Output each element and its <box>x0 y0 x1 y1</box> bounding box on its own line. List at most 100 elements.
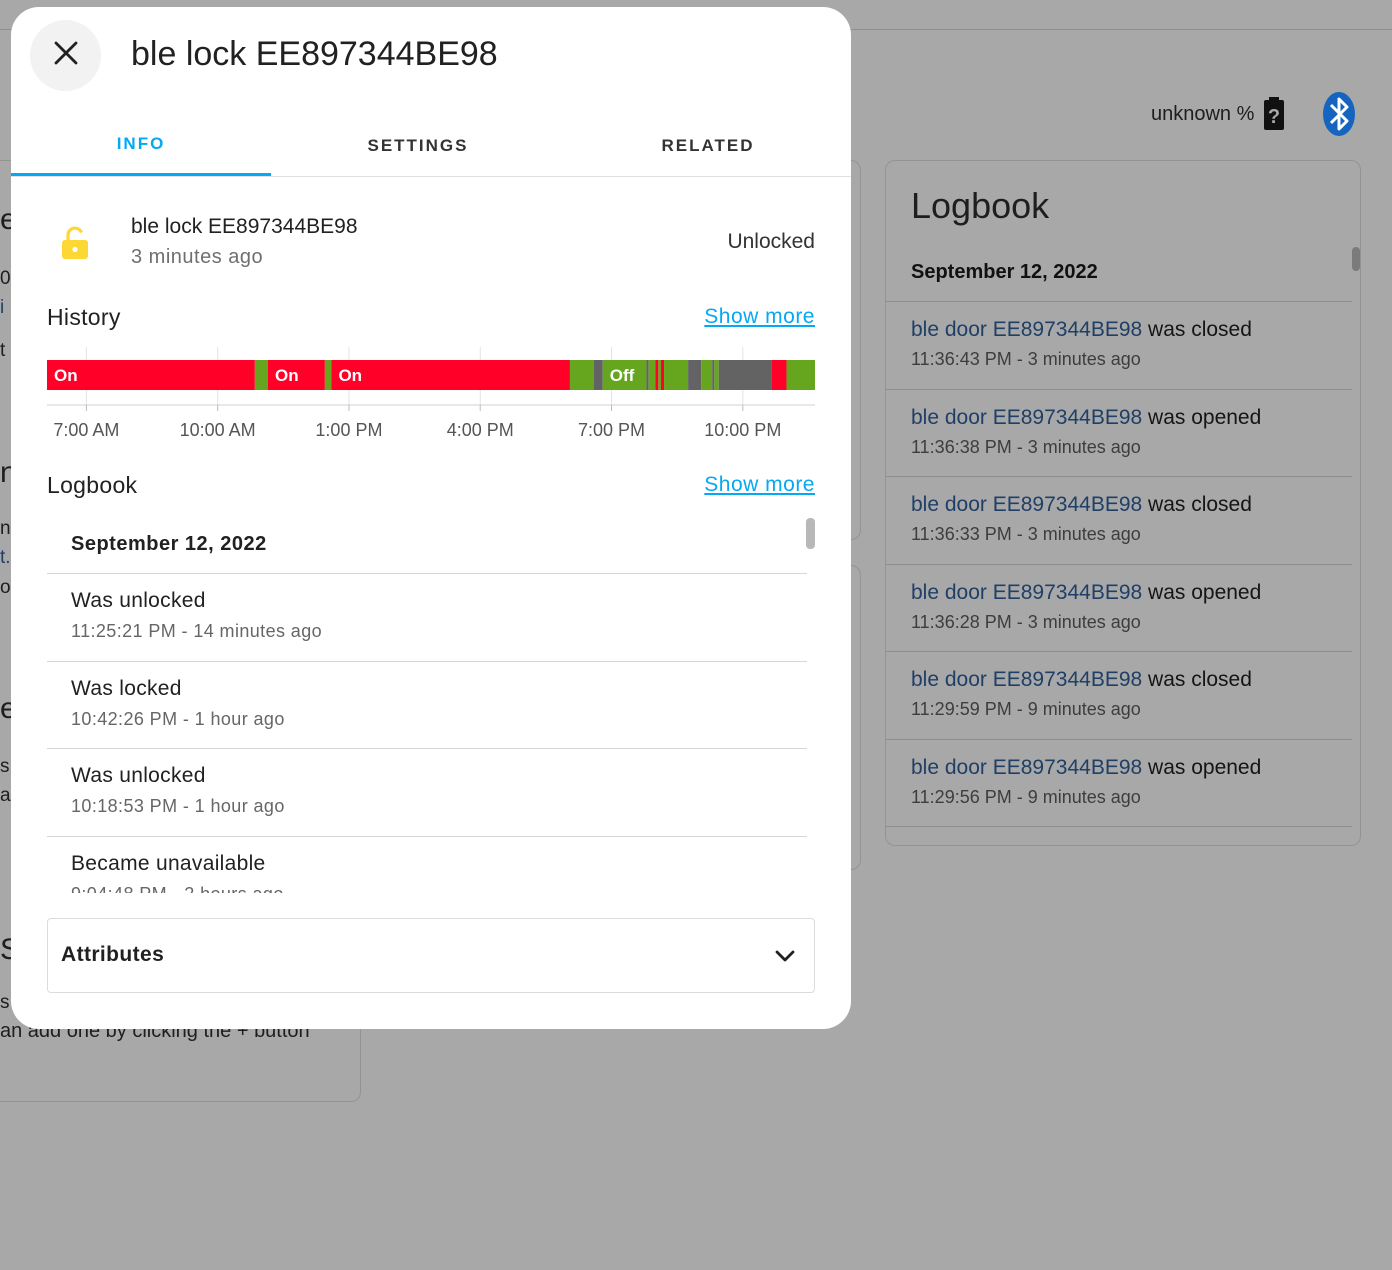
history-timeline-chart[interactable]: On On On Off 7:00 AM 10:00 AM 1:00 PM 4:00 PM 7:… <box>47 347 815 447</box>
timeline-segment-off <box>569 360 595 390</box>
logbook-entry-time: 9:04:48 PM - 2 hours ago <box>71 884 807 894</box>
logbook-card-list: ble door EE897344BE98 was closed 11:36:4… <box>886 301 1352 845</box>
timeline-segment-on <box>331 360 570 390</box>
background-text-fragment: i <box>0 297 5 318</box>
more-info-dialog: ble lock EE897344BE98 INFO SETTINGS RELA… <box>11 7 851 1029</box>
logbook-card-entry: ble door EE897344BE98 was closed 11:29:5… <box>886 651 1352 739</box>
history-title: History <box>47 304 121 330</box>
logbook-list: Was unlocked 11:25:21 PM - 14 minutes ag… <box>47 573 807 893</box>
logbook-date-header: September 12, 2022 <box>71 533 267 555</box>
entity-link[interactable]: ble door EE897344BE98 <box>911 318 1142 341</box>
timeline-tick-label: 7:00 AM <box>53 420 119 440</box>
tab-settings[interactable]: SETTINGS <box>291 115 545 176</box>
entity-link[interactable]: ble door EE897344BE98 <box>911 756 1142 779</box>
timeline-segment-off <box>658 360 661 390</box>
timeline-segment-unavailable <box>594 360 603 390</box>
timeline-segment-unavailable <box>646 360 649 390</box>
tab-bar: INFO SETTINGS RELATED <box>11 115 851 177</box>
logbook-list-container[interactable]: September 12, 2022 Was unlocked 11:25:21… <box>47 517 822 893</box>
lock-open-icon <box>60 226 90 265</box>
timeline-segment-label: On <box>54 366 78 385</box>
entity-state-value: Unlocked <box>727 230 815 253</box>
battery-level-text: unknown % <box>1151 103 1255 125</box>
entry-time: 11:36:33 PM - 3 minutes ago <box>911 524 1141 544</box>
logbook-show-more-link[interactable]: Show more <box>704 473 815 497</box>
background-text-fragment: s <box>0 992 10 1013</box>
history-show-more-link[interactable]: Show more <box>704 305 815 329</box>
svg-text:?: ? <box>1268 106 1280 128</box>
timeline-segment-off <box>648 360 656 390</box>
logbook-card: Logbook September 12, 2022 ble door EE89… <box>885 160 1361 846</box>
timeline-tick-label: 1:00 PM <box>315 420 382 440</box>
tab-related[interactable]: RELATED <box>581 115 835 176</box>
logbook-entry: Became unavailable 9:04:48 PM - 2 hours … <box>47 835 807 894</box>
entry-time: 11:36:28 PM - 3 minutes ago <box>911 611 1141 632</box>
close-button[interactable] <box>30 20 101 91</box>
entry-action: was closed <box>1148 493 1252 516</box>
entry-action: was opened <box>1148 405 1262 429</box>
timeline-segment-on <box>655 360 659 390</box>
close-icon <box>53 40 79 71</box>
timeline-segment-on <box>660 360 665 390</box>
logbook-entry-message: Was locked <box>71 676 182 700</box>
bluetooth-icon <box>1321 91 1357 142</box>
timeline-segment-on <box>771 360 787 390</box>
timeline-segment-unavailable <box>712 360 715 390</box>
attributes-label: Attributes <box>61 943 165 966</box>
entry-time: 11:36:43 PM - 3 minutes ago <box>911 349 1141 369</box>
timeline-segment-unavailable <box>688 360 702 390</box>
entry-time: 11:36:38 PM - 3 minutes ago <box>911 436 1141 457</box>
background-text-fragment: s <box>0 756 10 777</box>
logbook-card-scrollbar[interactable] <box>1352 247 1360 271</box>
logbook-entry-time: 11:25:21 PM - 14 minutes ago <box>71 621 323 641</box>
entry-action: was closed <box>1148 318 1252 341</box>
logbook-card-title: Logbook <box>911 185 1050 226</box>
logbook-card-entry: ble door EE897344BE98 was closed 11:36:3… <box>886 476 1352 564</box>
timeline-segment-off <box>324 360 332 390</box>
entity-state-row[interactable]: ble lock EE897344BE98 3 minutes ago Unlo… <box>47 212 815 276</box>
timeline-segment-on <box>47 360 255 390</box>
logbook-card-date: September 12, 2022 <box>911 261 1098 283</box>
timeline-segment-off <box>664 360 689 390</box>
entry-time: 11:29:56 PM - 9 minutes ago <box>911 786 1141 807</box>
entity-last-changed: 3 minutes ago <box>131 246 264 268</box>
timeline-segment-label: On <box>275 366 299 385</box>
logbook-entry: Was unlocked 10:18:53 PM - 1 hour ago <box>47 748 807 836</box>
tab-info[interactable]: INFO <box>11 115 271 176</box>
entity-link[interactable]: ble door EE897344BE98 <box>911 493 1142 516</box>
timeline-tick-label: 4:00 PM <box>447 420 514 440</box>
background-text-fragment: 0 <box>0 268 11 289</box>
logbook-entry-time: 10:18:53 PM - 1 hour ago <box>71 796 285 816</box>
timeline-tick-label: 7:00 PM <box>578 420 645 440</box>
chevron-down-icon <box>774 945 796 972</box>
background-text-fragment: a <box>0 785 11 806</box>
timeline-segment-label: Off <box>610 366 635 385</box>
timeline-tick-label: 10:00 AM <box>180 420 256 440</box>
dialog-title: ble lock EE897344BE98 <box>131 35 498 73</box>
timeline-tick-label: 10:00 PM <box>704 420 781 440</box>
logbook-entry-message: Was unlocked <box>71 589 206 612</box>
attributes-expander[interactable]: Attributes <box>47 918 815 993</box>
battery-unknown-icon: ? <box>1262 97 1286 136</box>
entity-name: ble lock EE897344BE98 <box>131 215 358 238</box>
history-timeline-svg: On On On Off 7:00 AM 10:00 AM 1:00 PM 4:00 PM 7:… <box>47 347 815 440</box>
entity-link[interactable]: ble door EE897344BE98 <box>911 668 1142 691</box>
timeline-segment-label: On <box>338 366 362 385</box>
timeline-segment-off <box>714 360 719 390</box>
logbook-scrollbar[interactable] <box>806 518 815 549</box>
logbook-card-entry: ble door EE897344BE98 was opened 11:29:5… <box>886 738 1352 827</box>
background-text-fragment: t. <box>0 547 11 568</box>
timeline-segment-off <box>254 360 268 390</box>
logbook-card-entry: ble door EE897344BE98 was opened 11:36:2… <box>886 563 1352 652</box>
logbook-entry-message: Was unlocked <box>71 764 206 787</box>
entity-link[interactable]: ble door EE897344BE98 <box>911 406 1142 429</box>
entry-action: was opened <box>1148 755 1262 779</box>
background-text-fragment: o <box>0 577 11 598</box>
entry-time: 11:29:59 PM - 9 minutes ago <box>911 699 1141 719</box>
timeline-segment-off <box>786 360 815 390</box>
logbook-title: Logbook <box>47 472 138 498</box>
logbook-entry: Was locked 10:42:26 PM - 1 hour ago <box>47 660 807 749</box>
timeline-segment-unavailable <box>718 360 772 390</box>
entity-link[interactable]: ble door EE897344BE98 <box>911 581 1142 604</box>
logbook-card-entry <box>886 826 1352 845</box>
